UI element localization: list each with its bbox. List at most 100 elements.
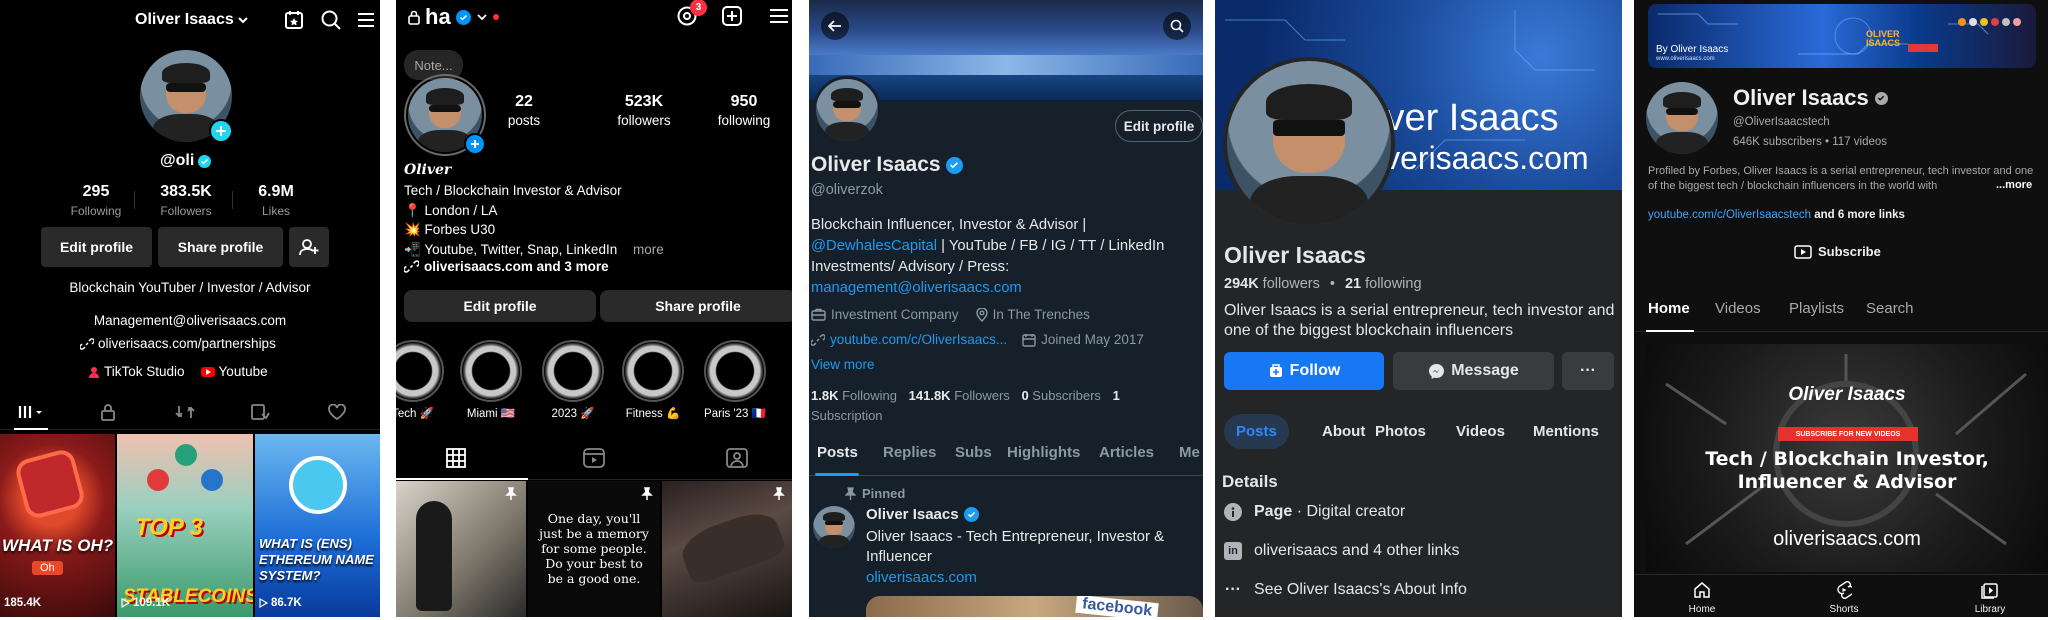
create-icon[interactable] xyxy=(721,5,743,27)
mention-link[interactable]: @DewhalesCapital xyxy=(811,238,937,254)
more-links[interactable]: and 6 more links xyxy=(1811,209,1905,221)
post-thumbnail[interactable]: One day, you'll just be a memory for som… xyxy=(528,481,660,617)
back-arrow-icon[interactable] xyxy=(821,12,849,40)
highlight-item[interactable]: Miami 🇺🇸 xyxy=(460,340,522,420)
highlight-item[interactable]: Paris '23 🇫🇷 xyxy=(704,340,766,420)
profile-link[interactable]: oliverisaacs.com/partnerships xyxy=(80,336,276,351)
tab-videos[interactable]: Videos xyxy=(1715,300,1761,317)
tab-media[interactable]: Me xyxy=(1179,444,1200,461)
view-count: 185.4K xyxy=(4,597,42,609)
email-link[interactable]: management@oliverisaacs.com xyxy=(811,278,1203,299)
profile-link[interactable]: oliverisaacs.com and 3 more xyxy=(404,259,609,274)
edit-profile-button[interactable]: Edit profile xyxy=(404,290,596,322)
tab-posts[interactable]: Posts xyxy=(1224,414,1289,449)
message-button[interactable]: Message xyxy=(1393,352,1554,390)
share-profile-button[interactable]: Share profile xyxy=(158,227,283,267)
tiktok-studio-link[interactable]: TikTok Studio xyxy=(88,364,185,379)
tab-mentions[interactable]: Mentions xyxy=(1533,423,1599,440)
post-thumbnail[interactable] xyxy=(662,481,792,617)
tab-articles[interactable]: Articles xyxy=(1099,444,1154,461)
subscribe-button[interactable]: Subscribe xyxy=(1794,244,1881,259)
studio-label: TikTok Studio xyxy=(104,364,185,379)
tab-playlists[interactable]: Playlists xyxy=(1789,300,1844,317)
website-link[interactable]: youtube.com/c/OliverIsaacs... xyxy=(830,332,1007,347)
favorites-icon[interactable] xyxy=(250,403,270,421)
post-thumbnail[interactable] xyxy=(396,481,526,617)
lock-icon[interactable] xyxy=(100,403,116,421)
video-thumbnail[interactable]: TOP 3 STABLECOINS 109.1K xyxy=(117,434,253,617)
tab-photos[interactable]: Photos xyxy=(1375,423,1426,440)
calendar-star-icon[interactable] xyxy=(283,9,305,31)
repost-icon[interactable] xyxy=(175,403,195,421)
channel-banner: By Oliver Isaacs www.oliverisaacs.com OL… xyxy=(1648,4,2036,68)
follow-page-icon xyxy=(1268,363,1284,379)
view-more-link[interactable]: View more xyxy=(811,357,875,372)
channel-description[interactable]: Profiled by Forbes, Oliver Isaacs is a s… xyxy=(1648,164,2043,194)
tab-search[interactable]: Search xyxy=(1866,300,1914,317)
tagged-icon[interactable] xyxy=(726,448,748,468)
channel-avatar[interactable] xyxy=(1646,82,1718,154)
joined-date: Joined May 2017 xyxy=(1041,332,1144,347)
subscribers-stat[interactable]: 0 Subscribers xyxy=(1021,388,1101,403)
grid-icon[interactable] xyxy=(446,448,466,468)
account-switcher[interactable]: Oliver Isaacs xyxy=(135,8,249,32)
menu-icon[interactable] xyxy=(769,6,789,26)
post-avatar[interactable] xyxy=(813,506,855,548)
search-icon[interactable] xyxy=(1163,12,1191,40)
highlight-item[interactable]: Fitness 💪 xyxy=(622,340,684,420)
nav-shorts[interactable]: Shorts xyxy=(1824,581,1864,615)
highlight-label: Miami 🇺🇸 xyxy=(466,408,516,420)
grid-videos-icon[interactable] xyxy=(18,404,48,420)
more-link[interactable]: more xyxy=(633,242,664,257)
more-link[interactable]: ...more xyxy=(1992,179,2033,191)
add-story-icon[interactable] xyxy=(464,133,486,155)
stat-following[interactable]: 295 Following xyxy=(66,183,126,218)
liked-heart-icon[interactable] xyxy=(328,404,346,420)
post-author[interactable]: Oliver Isaacs xyxy=(866,506,959,523)
detail-links[interactable]: in oliverisaacs and 4 other links xyxy=(1224,542,1459,560)
stat-likes[interactable]: 6.9M Likes xyxy=(246,183,306,218)
follow-button[interactable]: Follow xyxy=(1224,352,1384,390)
add-friend-button[interactable] xyxy=(289,227,329,267)
add-story-icon[interactable] xyxy=(209,119,233,143)
menu-icon[interactable] xyxy=(356,10,376,30)
stat-followers[interactable]: 383.5K Followers xyxy=(151,183,221,218)
post-link[interactable]: oliverisaacs.com xyxy=(866,569,977,586)
highlight-item[interactable]: 2023 🚀 xyxy=(542,340,604,420)
stat-posts[interactable]: 22 posts xyxy=(494,93,554,128)
edit-profile-button[interactable]: Edit profile xyxy=(41,227,152,267)
video-thumbnail[interactable]: WHAT IS (ENS) ETHEREUM NAME SYSTEM? 86.7… xyxy=(255,434,380,617)
following-stat[interactable]: 1.8K Following xyxy=(811,388,897,403)
tab-videos[interactable]: Videos xyxy=(1456,423,1505,440)
nav-library[interactable]: Library xyxy=(1970,581,2010,615)
channel-link[interactable]: youtube.com/c/OliverIsaacstech xyxy=(1648,209,1811,221)
links-text: oliverisaacs and 4 other links xyxy=(1254,542,1460,559)
more-options-button[interactable]: ··· xyxy=(1562,352,1614,390)
edit-profile-button[interactable]: Edit profile xyxy=(1115,110,1203,142)
nav-home[interactable]: Home xyxy=(1684,581,1720,615)
tab-home[interactable]: Home xyxy=(1648,300,1690,317)
video-thumbnail[interactable]: WHAT IS OH? Oh 185.4K xyxy=(0,434,115,617)
following-label[interactable]: following xyxy=(1365,276,1421,292)
tab-subs[interactable]: Subs xyxy=(955,444,992,461)
followers-label[interactable]: followers xyxy=(1263,276,1320,292)
highlight-item[interactable]: Tech 🚀 xyxy=(396,340,444,420)
stat-followers[interactable]: 523K followers xyxy=(609,93,679,128)
share-profile-button[interactable]: Share profile xyxy=(600,290,792,322)
featured-video[interactable]: Oliver Isaacs SUBSCRIBE FOR NEW VIDEOS T… xyxy=(1646,344,2048,572)
tab-posts[interactable]: Posts xyxy=(817,444,858,461)
tab-highlights[interactable]: Highlights xyxy=(1007,444,1080,461)
search-icon[interactable] xyxy=(320,9,342,31)
youtube-link[interactable]: Youtube xyxy=(200,364,268,379)
reels-icon[interactable] xyxy=(583,448,605,468)
chevron-down-icon xyxy=(476,11,488,23)
profile-avatar[interactable] xyxy=(1223,57,1395,229)
tab-replies[interactable]: Replies xyxy=(883,444,936,461)
stat-following[interactable]: 950 following xyxy=(709,93,779,128)
post-media[interactable]: facebook xyxy=(866,596,1203,617)
profile-avatar[interactable] xyxy=(813,76,881,144)
detail-about[interactable]: ··· See Oliver Isaacs's About Info xyxy=(1224,581,1467,599)
followers-stat[interactable]: 141.8K Followers xyxy=(909,388,1010,403)
account-header[interactable]: ha xyxy=(408,3,499,31)
tab-about[interactable]: About xyxy=(1322,423,1365,440)
